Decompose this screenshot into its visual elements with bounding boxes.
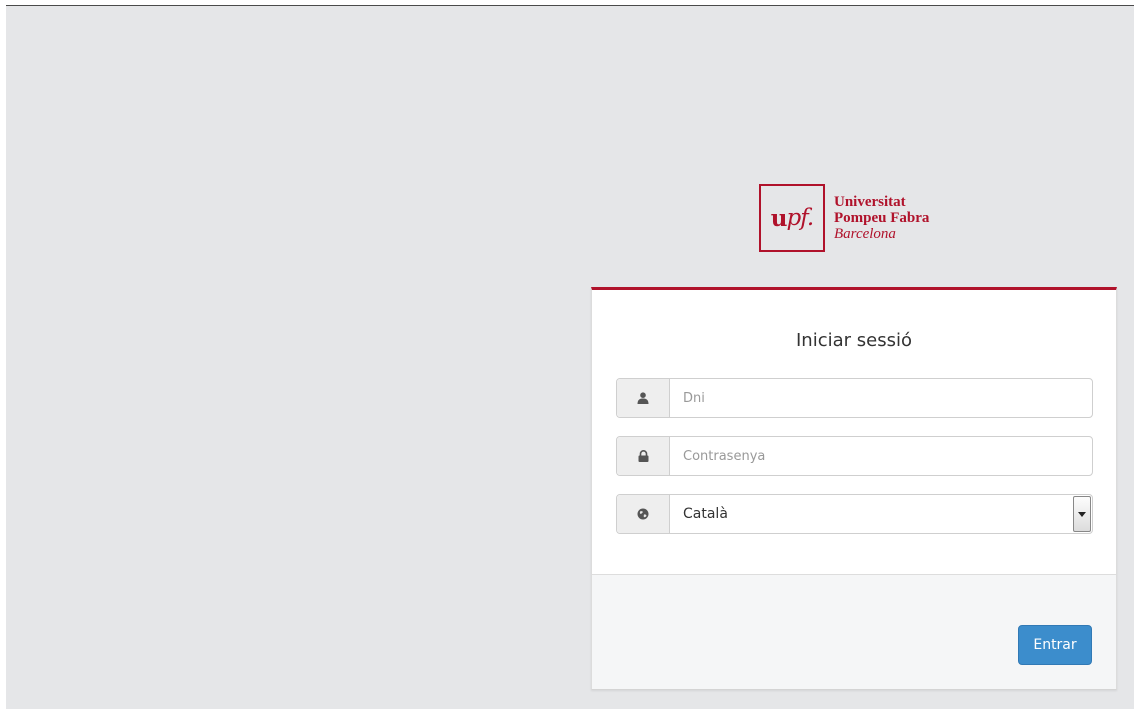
lock-icon [617,437,670,475]
upf-logo-text: Universitat Pompeu Fabra Barcelona [834,194,929,242]
page-background: u pf. Universitat Pompeu Fabra Barcelona … [6,5,1134,709]
password-input[interactable] [670,437,1092,475]
chevron-down-icon[interactable] [1073,496,1091,532]
username-input[interactable] [670,379,1092,417]
login-card-footer: Entrar [592,574,1116,689]
password-group [616,436,1093,476]
user-icon [617,379,670,417]
globe-icon [617,495,670,533]
login-title: Iniciar sessió [796,330,912,351]
username-group [616,378,1093,418]
login-card: Iniciar sessió Dni Català Entrar [591,287,1117,690]
upf-logo: u pf. Universitat Pompeu Fabra Barcelona [759,184,929,252]
logo-line-1: Universitat [834,194,906,210]
logo-line-3: Barcelona [834,226,896,242]
submit-button[interactable]: Entrar [1018,625,1092,665]
logo-line-2: Pompeu Fabra [834,210,930,226]
upf-logo-mark: u pf. [759,184,825,252]
language-select[interactable]: Català [616,494,1093,534]
language-select-value[interactable]: Català [670,495,1073,533]
